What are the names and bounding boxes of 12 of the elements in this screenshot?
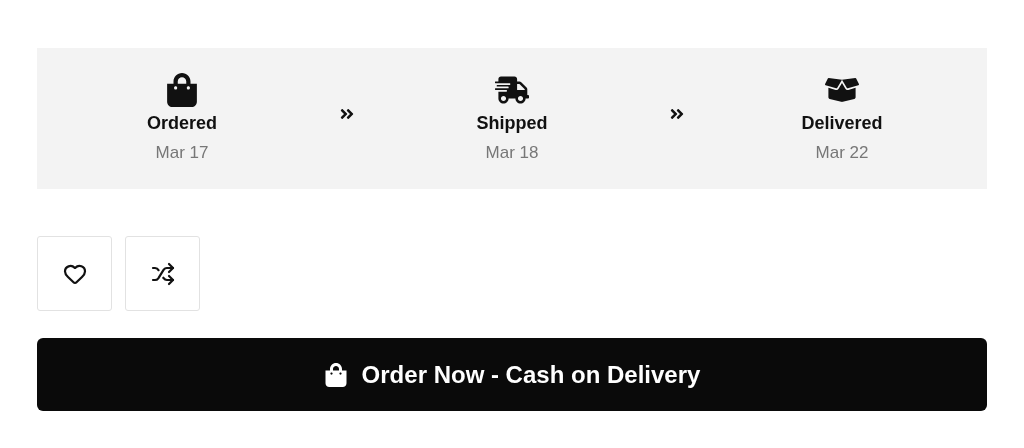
- wishlist-button[interactable]: [37, 236, 112, 311]
- step-label: Ordered: [147, 111, 217, 135]
- step-label: Delivered: [801, 111, 883, 135]
- order-now-button[interactable]: Order Now - Cash on Delivery: [37, 338, 987, 411]
- step-date: Mar 18: [485, 141, 539, 164]
- shopping-bag-icon: [323, 362, 348, 387]
- step-date: Mar 17: [155, 141, 209, 164]
- step-date: Mar 22: [815, 141, 869, 164]
- compare-button[interactable]: [125, 236, 200, 311]
- shuffle-icon: [150, 261, 175, 286]
- step-label: Shipped: [476, 111, 548, 135]
- shopping-bag-icon: [165, 72, 199, 107]
